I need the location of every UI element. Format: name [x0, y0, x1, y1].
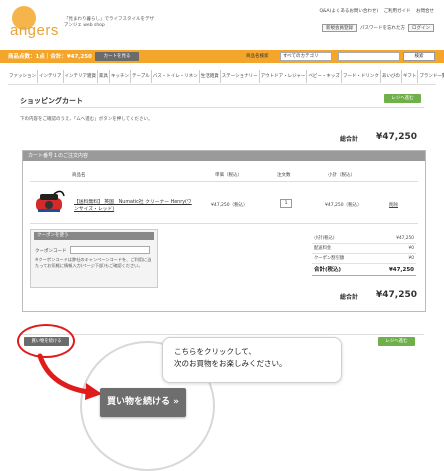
coupon-title: クーポンを使う [34, 232, 154, 240]
intro-text: 下の内容をご確認のうえ、「ムへ進む」ボタンを押してください。 [20, 117, 153, 122]
column-header-subtotal: 小計（税込） [328, 173, 355, 178]
product-name-link[interactable]: 【送料無料】 英国 Numatic社 クリーナー Henry(ワンサイズ・レッド… [74, 199, 192, 213]
contact-link[interactable]: お問合せ [416, 9, 434, 14]
order-summary: 小計(税込) ¥47,250 配送料金 ¥0 クーポン割引額 ¥0 合計(税込)… [312, 234, 416, 276]
summary-total: 合計(税込) ¥47,250 [312, 264, 416, 276]
delete-link[interactable]: 削除 [389, 202, 398, 208]
category-nav-item[interactable]: ブランド一覧 [418, 70, 444, 83]
category-nav-item[interactable]: あいびの [381, 70, 402, 83]
category-nav-item[interactable]: インテリア [38, 70, 64, 83]
column-header-qty: 注文数 [277, 173, 291, 178]
divider [20, 107, 424, 108]
category-select[interactable]: すべてのカテゴリ [280, 52, 332, 61]
unit-price: ¥47,250（税込） [211, 203, 248, 208]
category-nav: ファッション インテリア インテリア雑貨 家具 キッチン テーブル バス・トイレ・リネン 生活… [8, 70, 444, 83]
faq-link[interactable]: Q&A(よくあるお問い合わせ) [319, 9, 378, 14]
category-nav-item[interactable]: ベビー・キッズ [307, 70, 342, 83]
view-cart-button[interactable]: カートを見る [95, 52, 139, 61]
bottom-grand-total-value: ¥47,250 [376, 290, 417, 300]
callout-text: こちらをクリックして、 次のお買物をお楽しみください。 [174, 347, 287, 368]
password-link[interactable]: パスワードを忘れた方 [360, 25, 405, 31]
bottom-grand-total-label: 総合計 [340, 294, 359, 301]
grand-total-value: ¥47,250 [376, 132, 417, 142]
checkout-button-top[interactable]: レジへ進む [384, 94, 421, 103]
category-nav-item[interactable]: インテリア雑貨 [64, 70, 98, 83]
guide-link[interactable]: ご利用ガイド [384, 9, 411, 14]
column-header-price: 単価（税込） [215, 173, 242, 178]
checkout-button-bottom[interactable]: レジへ進む [378, 337, 415, 346]
divider [20, 334, 424, 335]
divider [30, 223, 418, 224]
login-button[interactable]: ログイン [408, 24, 434, 32]
summary-row: クーポン割引額 ¥0 [312, 254, 416, 264]
category-nav-item[interactable]: フード・ドリンク [342, 70, 381, 83]
column-header-name: 商品名 [72, 173, 86, 178]
continue-shopping-button-zoomed[interactable]: 買い物を続ける » [100, 388, 186, 417]
search-button[interactable]: 検索 [403, 52, 435, 61]
category-nav-item[interactable]: アウトドア・レジャー [260, 70, 308, 83]
category-nav-item[interactable]: ステーショナリー [221, 70, 260, 83]
divider [8, 84, 436, 85]
cart-summary: 商品点数：1点｜合計：¥47,250 [8, 54, 92, 60]
category-nav-item[interactable]: ギフト [402, 70, 419, 83]
tagline: 「見まわり暮らし」でライフスタイルをデザ アンジェ web shop [64, 17, 154, 28]
page-title: ショッピングカート [20, 97, 83, 105]
register-button[interactable]: 新規会員登録 [322, 24, 357, 32]
line-subtotal: ¥47,250（税込） [325, 203, 362, 208]
summary-row: 配送料金 ¥0 [312, 244, 416, 254]
category-nav-item[interactable]: 家具 [98, 70, 110, 83]
category-nav-item[interactable]: 生活雑貨 [200, 70, 221, 83]
search-input[interactable] [338, 52, 400, 61]
category-nav-item[interactable]: バス・トイレ・リネン [152, 70, 200, 83]
logo[interactable]: angers [10, 22, 59, 39]
category-nav-item[interactable]: ファッション [8, 70, 38, 83]
summary-row: 小計(税込) ¥47,250 [312, 234, 416, 244]
grand-total-label: 総合計 [340, 136, 359, 143]
quantity-input[interactable]: 1 [280, 199, 292, 208]
coupon-label: クーポンコード [35, 249, 67, 254]
coupon-note: ※クーポンコードは弊社のキャンペーンコードを、ご利用に当たってお気軽に情報入力(… [35, 257, 152, 268]
divider [30, 181, 418, 182]
category-nav-item[interactable]: テーブル [131, 70, 152, 83]
account-bar: 新規会員登録 パスワードを忘れた方 ログイン [322, 24, 434, 32]
search-label: 商品名検索 [246, 54, 269, 59]
product-image[interactable] [32, 188, 66, 214]
top-links: Q&A(よくあるお問い合わせ) ご利用ガイド お問合せ [315, 8, 434, 14]
cart-header: カート番号１のご注文内容 [23, 151, 425, 161]
category-nav-item[interactable]: キッチン [110, 70, 131, 83]
coupon-input[interactable] [70, 246, 150, 254]
